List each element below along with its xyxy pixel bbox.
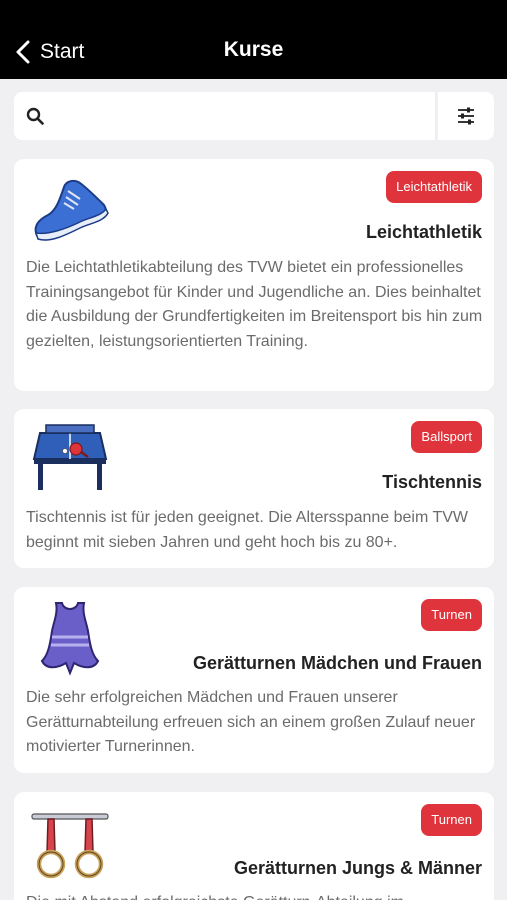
gymnastic-rings-icon [31,813,109,879]
search-input[interactable] [58,92,428,140]
course-title: Leichtathletik [365,222,482,242]
course-tag-badge: Leichtathletik [386,171,482,203]
course-description: Die sehr erfolgreichen Mädchen und Fraue… [26,689,476,755]
course-card-leichtathletik[interactable]: Leichtathletik Leichtathletik Die Leicht… [14,159,494,391]
course-tag-badge: Turnen [421,804,482,836]
course-description: Die Leichtathletikabteilung des TVW biet… [26,259,483,350]
top-navigation-bar: Start Kurse [0,0,507,79]
leotard-icon [40,602,100,676]
filter-button[interactable] [438,92,494,140]
search-bar [14,92,494,140]
course-title: Gerätturnen Jungs & Männer [233,858,482,878]
course-card-geraetturnen-jungs-maenner[interactable]: Turnen Gerätturnen Jungs & Männer Die mi… [14,792,494,900]
table-tennis-icon [32,424,108,490]
course-card-geraetturnen-maedchen-frauen[interactable]: Turnen Gerätturnen Mädchen und Frauen Di… [14,587,494,773]
course-title: Gerätturnen Mädchen und Frauen [192,653,482,673]
course-description: Tischtennis ist für jeden geeignet. Die … [26,509,468,551]
course-tag-badge: Turnen [421,599,482,631]
course-card-tischtennis[interactable]: Ballsport Tischtennis Tischtennis ist fü… [14,409,494,568]
running-shoe-icon [34,179,109,241]
page-title: Kurse [223,38,284,61]
search-icon [26,107,44,125]
course-title: Tischtennis [382,472,482,492]
course-description: Die mit Abstand erfolgreichste Gerätturn… [26,891,484,900]
course-tag-badge: Ballsport [411,421,482,453]
search-field-container [14,92,435,140]
sliders-icon [458,107,474,125]
